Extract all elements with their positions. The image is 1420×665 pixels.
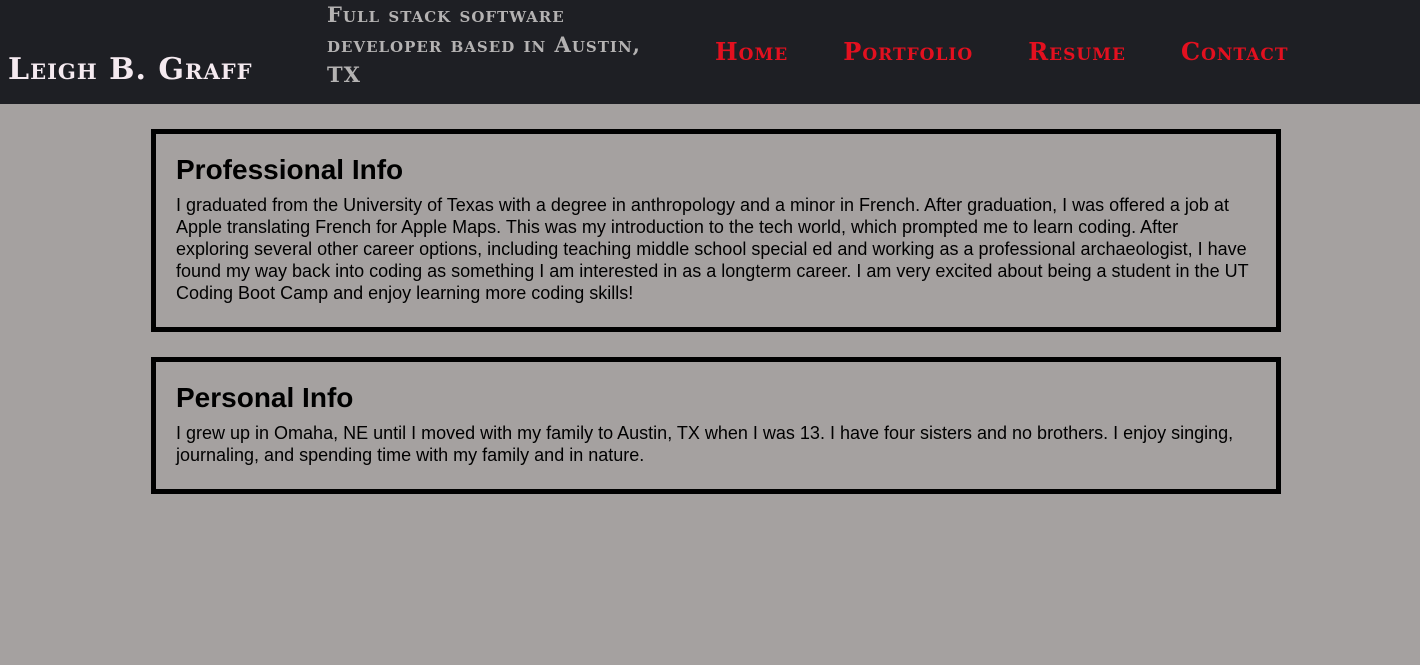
site-header: Leigh B. Graff Full stack software devel… xyxy=(0,0,1420,104)
site-name[interactable]: Leigh B. Graff xyxy=(8,52,253,87)
professional-info-text: I graduated from the University of Texas… xyxy=(176,195,1249,303)
professional-info-title: Professional Info xyxy=(176,154,404,185)
nav-link-resume[interactable]: Resume xyxy=(1028,37,1126,66)
main-nav: Home Portfolio Resume Contact xyxy=(715,34,1289,68)
professional-info-card: Professional Info I graduated from the U… xyxy=(151,129,1281,332)
personal-info-title: Personal Info xyxy=(176,382,354,413)
personal-info-card: Personal Info I grew up in Omaha, NE unt… xyxy=(151,357,1281,494)
nav-link-home[interactable]: Home xyxy=(715,37,788,66)
site-tagline: Full stack software developer based in A… xyxy=(327,2,641,87)
nav-link-portfolio[interactable]: Portfolio xyxy=(843,37,973,66)
nav-link-contact[interactable]: Contact xyxy=(1181,37,1289,66)
personal-info-text: I grew up in Omaha, NE until I moved wit… xyxy=(176,423,1234,465)
